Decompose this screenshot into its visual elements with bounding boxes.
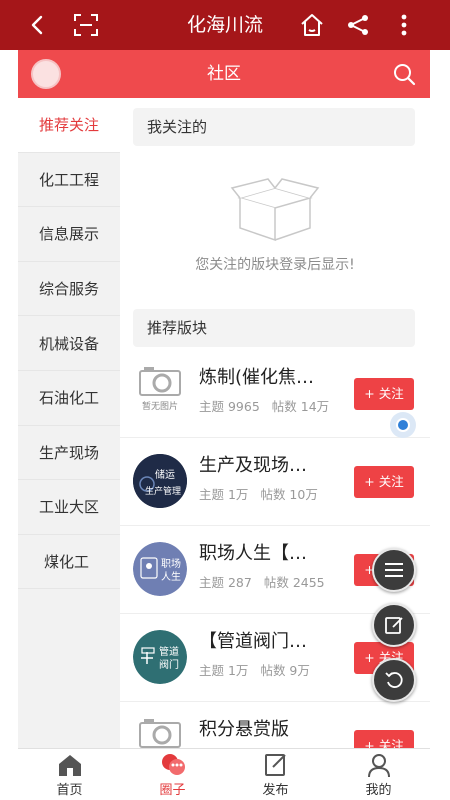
- board-stats: 主题 1万 帖数 10万: [199, 487, 318, 502]
- nav-item-home[interactable]: 首页: [18, 749, 121, 800]
- board-thumbnail: 职场 人生: [133, 542, 187, 596]
- board-item[interactable]: 暂无图片 炼制(催化焦… 主题 9965 帖数 14万 + 关注: [120, 350, 430, 438]
- menu-fab-button[interactable]: [372, 548, 416, 592]
- board-name: 【管道阀门…: [199, 631, 307, 652]
- board-thumbnail: [133, 718, 187, 750]
- more-button[interactable]: [382, 0, 426, 50]
- board-stats: 主题 1万 帖数 9万: [199, 663, 310, 678]
- scan-button[interactable]: [64, 0, 108, 50]
- camera-placeholder-icon: [139, 719, 181, 748]
- refresh-fab-button[interactable]: [372, 658, 416, 702]
- recommended-section-title: 推荐版块: [133, 309, 415, 347]
- svg-text:生产管理: 生产管理: [145, 485, 181, 497]
- nav-item-profile[interactable]: 我的: [327, 749, 430, 800]
- nav-item-circle[interactable]: 圈子: [121, 749, 224, 800]
- category-item-petrochem[interactable]: 石油化工: [18, 371, 120, 426]
- home-outline-icon: [301, 14, 323, 36]
- svg-text:人生: 人生: [161, 570, 181, 583]
- camera-placeholder-icon: [139, 367, 181, 396]
- pipe-valve-thumbnail-image: 管道 阀门: [133, 630, 187, 684]
- page-title: 社区: [207, 64, 241, 84]
- category-item-info-display[interactable]: 信息展示: [18, 207, 120, 262]
- empty-following-text: 您关注的版块登录后显示!: [195, 257, 355, 273]
- board-thumbnail: 暂无图片: [133, 366, 187, 420]
- right-margin: [430, 50, 450, 750]
- home-button[interactable]: [290, 0, 334, 50]
- bottom-navigation: 首页 圈子 发布 我的: [18, 748, 430, 800]
- board-thumbnail: 管道 阀门: [133, 630, 187, 684]
- back-arrow-icon: [31, 15, 43, 35]
- svg-text:职场: 职场: [161, 557, 181, 570]
- svg-text:阀门: 阀门: [159, 658, 179, 671]
- storage-thumbnail-image: 储运 生产管理: [133, 454, 187, 508]
- search-icon[interactable]: [392, 62, 416, 86]
- app-screen: 化海川流 社区 推荐关注 化工工程 信息展示 综合服务 机械设备 石油化工 生产…: [0, 0, 450, 800]
- empty-box-icon: [230, 178, 320, 242]
- menu-lines-icon: [385, 563, 403, 577]
- category-item-services[interactable]: 综合服务: [18, 262, 120, 317]
- career-thumbnail-image: 职场 人生: [133, 542, 187, 596]
- share-button[interactable]: [336, 0, 380, 50]
- board-thumbnail: 储运 生产管理: [133, 454, 187, 508]
- follow-button[interactable]: + 关注: [354, 730, 414, 750]
- nav-item-publish[interactable]: 发布: [224, 749, 327, 800]
- following-section-title: 我关注的: [133, 108, 415, 146]
- profile-icon: [367, 753, 390, 777]
- edit-icon: [385, 617, 403, 634]
- category-item-machinery[interactable]: 机械设备: [18, 316, 120, 371]
- back-button[interactable]: [16, 0, 60, 50]
- category-item-production-site[interactable]: 生产现场: [18, 426, 120, 481]
- category-item-chem-engineering[interactable]: 化工工程: [18, 153, 120, 208]
- main-content: 我关注的 您关注的版块登录后显示! 推荐版块 暂无图片 炼制(催化焦… 主题 9…: [120, 98, 430, 750]
- board-name: 职场人生【…: [199, 543, 307, 564]
- category-item-recommend[interactable]: 推荐关注: [18, 98, 120, 153]
- community-header: 社区: [18, 50, 430, 98]
- board-stats: 主题 287 帖数 2455: [199, 575, 325, 590]
- left-margin: [0, 50, 18, 750]
- home-icon: [58, 754, 81, 776]
- svg-text:管道: 管道: [159, 645, 179, 658]
- circle-chat-icon: [161, 753, 185, 775]
- refresh-icon: [385, 672, 403, 688]
- category-item-coal-chem[interactable]: 煤化工: [18, 535, 120, 590]
- category-item-industrial-zone[interactable]: 工业大区: [18, 480, 120, 535]
- assistive-touch-dot[interactable]: [390, 412, 416, 438]
- board-name: 生产及现场…: [199, 455, 307, 476]
- title-bar: 化海川流: [0, 0, 450, 50]
- share-icon: [348, 15, 368, 35]
- category-menu: 推荐关注 化工工程 信息展示 综合服务 机械设备 石油化工 生产现场 工业大区 …: [18, 98, 120, 750]
- scan-icon: [74, 14, 98, 36]
- follow-button[interactable]: + 关注: [354, 378, 414, 410]
- app-title: 化海川流: [186, 14, 263, 36]
- board-name: 积分悬赏版: [199, 719, 289, 740]
- more-vertical-icon: [401, 14, 407, 36]
- svg-text:储运: 储运: [155, 468, 175, 481]
- board-stats: 主题 9965 帖数 14万: [199, 399, 330, 414]
- board-item[interactable]: 积分悬赏版 + 关注: [120, 702, 430, 750]
- publish-icon: [264, 753, 286, 776]
- edit-fab-button[interactable]: [372, 603, 416, 647]
- follow-button[interactable]: + 关注: [354, 466, 414, 498]
- board-name: 炼制(催化焦…: [199, 367, 315, 388]
- board-item[interactable]: 储运 生产管理 生产及现场… 主题 1万 帖数 10万 + 关注: [120, 438, 430, 526]
